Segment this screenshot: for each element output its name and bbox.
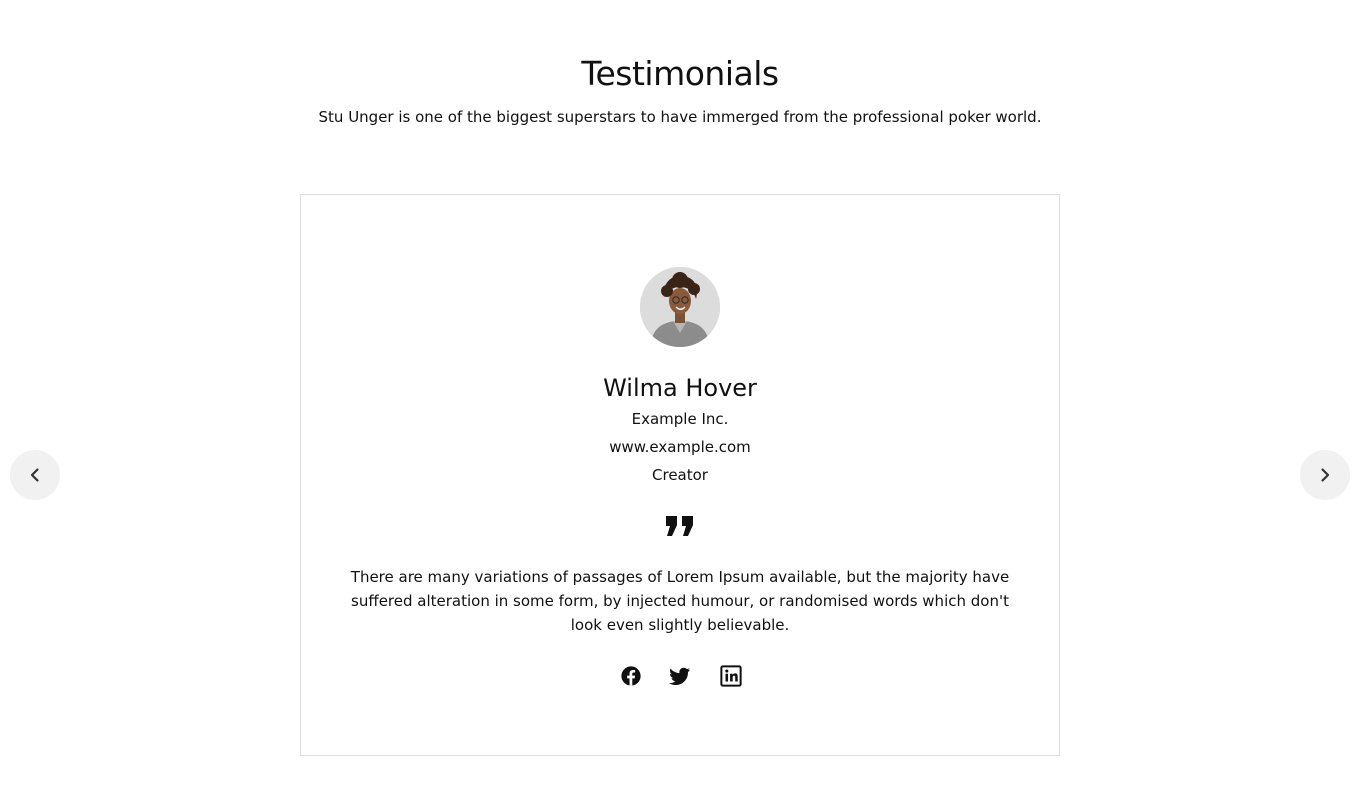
- chevron-left-icon: [30, 468, 39, 482]
- person-name: Wilma Hover: [603, 374, 757, 402]
- quote-icon: [666, 516, 693, 536]
- previous-slide-button[interactable]: [10, 450, 60, 500]
- social-links: [301, 665, 1059, 689]
- person-role: Creator: [652, 466, 708, 484]
- linkedin-link[interactable]: [719, 665, 743, 689]
- website-link[interactable]: www.example.com: [301, 436, 1059, 458]
- facebook-link[interactable]: [619, 665, 643, 689]
- company-name: Example Inc.: [631, 410, 729, 428]
- facebook-icon: [621, 666, 641, 686]
- testimonial-card: Wilma Hover Example Inc. www.example.com…: [300, 194, 1060, 756]
- next-slide-button[interactable]: [1300, 450, 1350, 500]
- chevron-right-icon: [1321, 468, 1330, 482]
- page-subtitle: Stu Unger is one of the biggest supersta…: [318, 108, 1042, 126]
- testimonial-quote: There are many variations of passages of…: [350, 568, 1010, 634]
- linkedin-icon: [720, 665, 742, 687]
- avatar: [640, 267, 720, 347]
- avatar-photo: [640, 267, 720, 347]
- testimonials-header: Testimonials Stu Unger is one of the big…: [0, 50, 1360, 128]
- twitter-link[interactable]: [668, 665, 692, 689]
- page-title: Testimonials: [581, 54, 779, 93]
- twitter-icon: [669, 667, 691, 685]
